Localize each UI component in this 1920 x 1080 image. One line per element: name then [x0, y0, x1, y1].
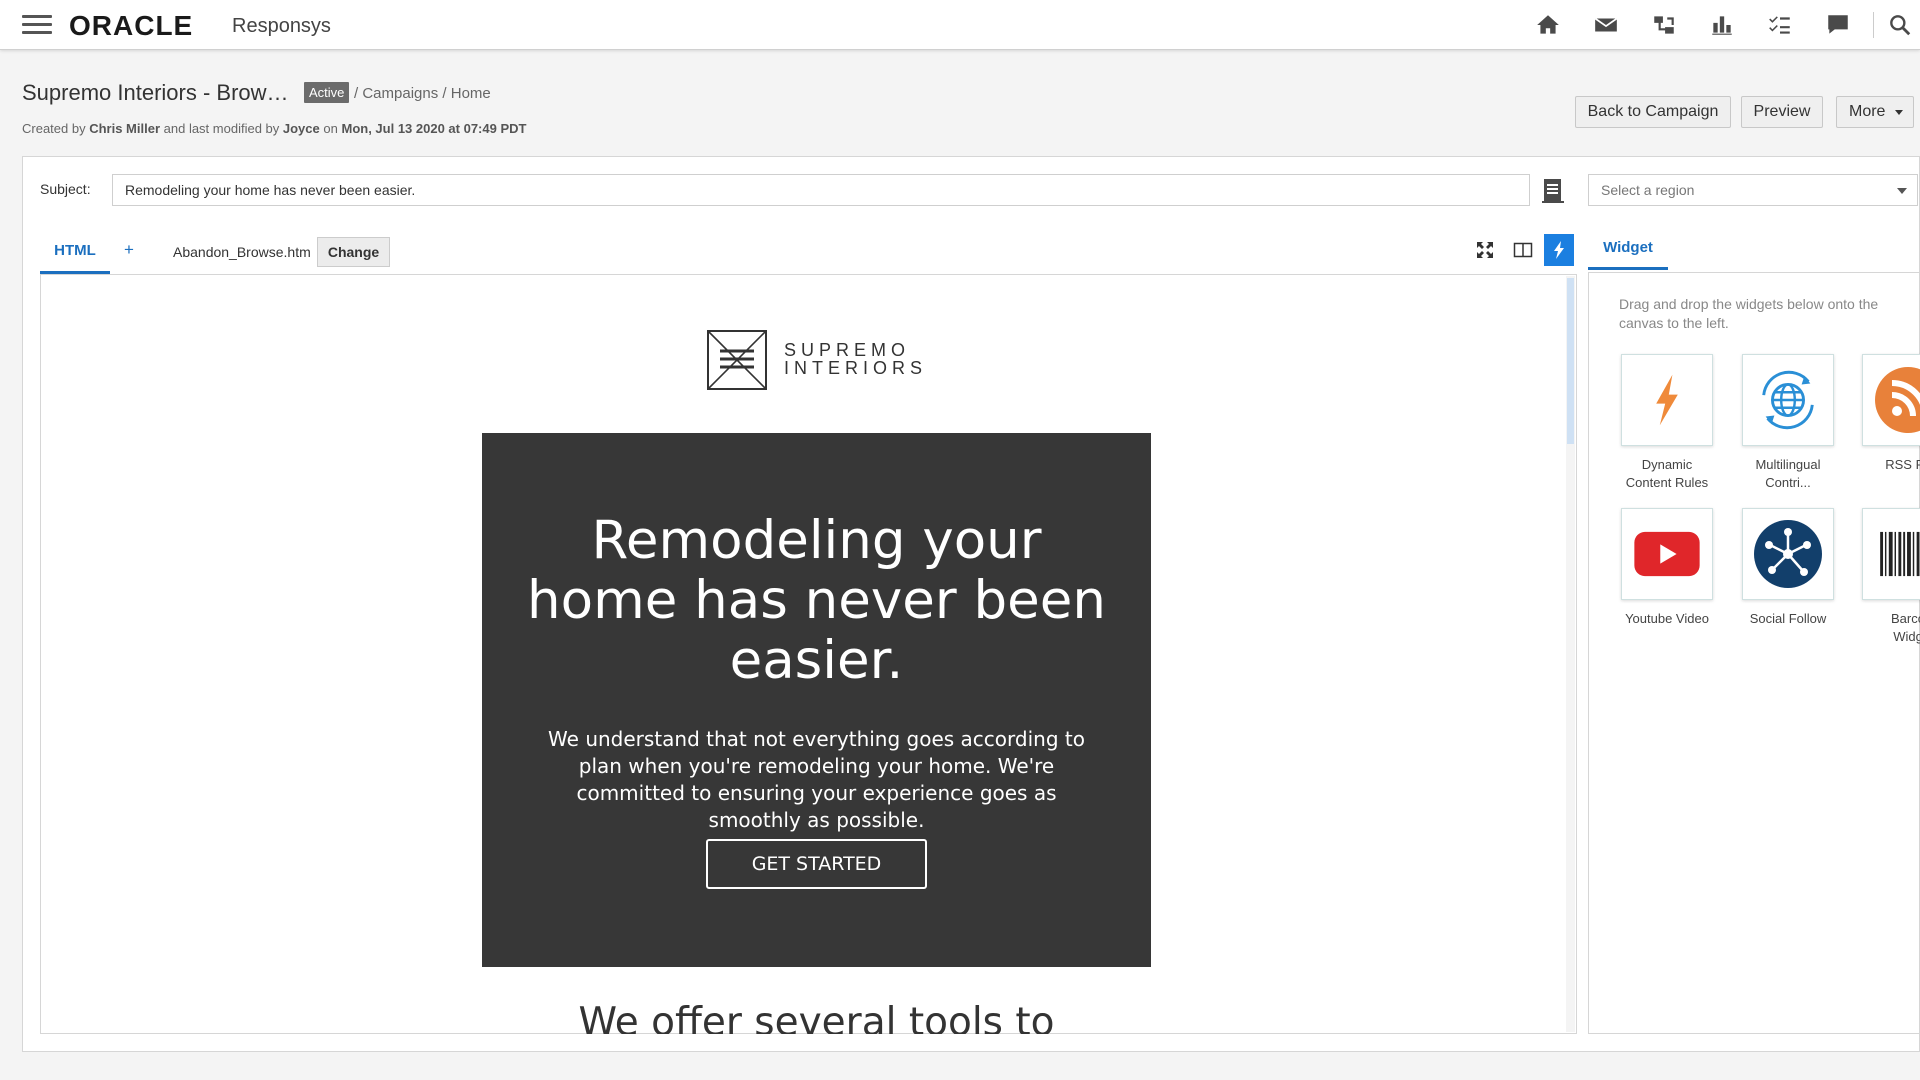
back-to-campaign-button[interactable]: Back to Campaign: [1575, 96, 1731, 128]
youtube-icon: [1621, 508, 1713, 600]
globe-icon: [1742, 354, 1834, 446]
modified-by-user: Joyce: [282, 121, 320, 136]
hero-block[interactable]: Remodeling your home has never been easi…: [482, 433, 1151, 967]
personalization-icon[interactable]: [1541, 177, 1567, 205]
barcode-icon: [1862, 508, 1920, 600]
logo-text-line2: INTERIORS: [784, 358, 928, 378]
file-name: Abandon_Browse.htm: [173, 244, 311, 260]
lightning-icon[interactable]: [1544, 234, 1574, 266]
split-view-icon[interactable]: [1508, 234, 1538, 266]
widget-label: Barco Widg: [1862, 610, 1920, 646]
mail-icon[interactable]: [1577, 8, 1635, 42]
widget-label: Dynamic Content Rules: [1621, 456, 1713, 492]
rss-icon: [1862, 354, 1920, 446]
get-started-button[interactable]: GET STARTED: [706, 839, 927, 889]
divider: [1873, 12, 1874, 38]
widget-social-follow[interactable]: Social Follow: [1742, 508, 1834, 628]
modification-info: Created by Chris Miller and last modifie…: [22, 121, 526, 136]
widget-dynamic-content-rules[interactable]: Dynamic Content Rules: [1621, 354, 1713, 492]
created-by-user: Chris Miller: [89, 121, 161, 136]
widget-label: Multilingual Contri...: [1742, 456, 1834, 492]
top-icon-bar: [1519, 8, 1920, 42]
breadcrumb-campaigns[interactable]: Campaigns: [362, 85, 438, 102]
supremo-logo: SUPREMO INTERIORS: [706, 329, 926, 391]
widget-label-text: Barco Widg: [1891, 611, 1920, 644]
subject-input[interactable]: Remodeling your home has never been easi…: [112, 174, 1530, 206]
fullscreen-icon[interactable]: [1470, 234, 1500, 266]
product-name: Responsys: [232, 15, 331, 37]
widget-label: Social Follow: [1749, 611, 1827, 626]
chat-icon[interactable]: [1809, 8, 1867, 42]
footer-strip: [22, 1052, 1920, 1080]
section-heading: We offer several tools to: [578, 1000, 1055, 1034]
insights-icon[interactable]: [1693, 8, 1751, 42]
widget-help-text: Drag and drop the widgets below onto the…: [1619, 296, 1879, 331]
social-follow-icon: [1742, 508, 1834, 600]
chevron-down-icon: [1897, 188, 1907, 194]
modified-by-label: and last modified by: [163, 121, 280, 136]
logo-text: SUPREMO INTERIORS: [784, 341, 927, 377]
tab-html[interactable]: HTML: [40, 238, 110, 274]
widget-label: RSS Fe: [1885, 457, 1920, 472]
change-file-button[interactable]: Change: [317, 237, 390, 267]
created-by-label: Created by: [22, 121, 86, 136]
breadcrumb-separator: /: [354, 85, 359, 102]
breadcrumb-separator: /: [442, 85, 447, 102]
widget-label-text: Multilingual Contri...: [1755, 457, 1821, 490]
widget-rss-feed[interactable]: RSS Fe: [1862, 354, 1920, 474]
region-select-placeholder: Select a region: [1601, 182, 1695, 198]
oracle-logo: ORACLE: [69, 10, 194, 41]
tab-widget[interactable]: Widget: [1588, 234, 1668, 270]
top-navigation-bar: ORACLE Responsys: [0, 0, 1920, 50]
program-icon[interactable]: [1635, 8, 1693, 42]
widget-barcode[interactable]: Barco Widg: [1862, 508, 1920, 646]
status-badge: Active: [304, 82, 350, 103]
breadcrumb-home[interactable]: Home: [451, 85, 491, 102]
lightning-icon: [1621, 354, 1713, 446]
modified-date: Mon, Jul 13 2020 at 07:49 PDT: [341, 121, 527, 136]
more-button-label: More: [1849, 103, 1886, 120]
hamburger-menu-icon[interactable]: [22, 15, 52, 35]
more-button[interactable]: More: [1836, 96, 1914, 128]
logo-text-line1: SUPREMO: [784, 340, 911, 360]
page-title: Supremo Interiors - Brow…: [22, 80, 289, 105]
region-select[interactable]: Select a region: [1588, 174, 1918, 206]
widget-label-text: Dynamic Content Rules: [1625, 457, 1709, 490]
add-tab-button[interactable]: +: [124, 240, 134, 260]
on-label: on: [323, 121, 338, 136]
logo-mark-icon: [707, 330, 767, 390]
search-icon[interactable]: [1880, 8, 1920, 42]
breadcrumb: / Campaigns / Home: [354, 85, 491, 102]
hero-body: We understand that not everything goes a…: [548, 727, 1085, 832]
widget-multilingual[interactable]: Multilingual Contri...: [1742, 354, 1834, 492]
chevron-down-icon: [1895, 110, 1903, 115]
tasks-icon[interactable]: [1751, 8, 1809, 42]
subject-label: Subject:: [40, 181, 91, 197]
canvas-scrollbar-thumb[interactable]: [1567, 278, 1574, 444]
preview-button[interactable]: Preview: [1741, 96, 1823, 128]
home-icon[interactable]: [1519, 8, 1577, 42]
hero-title: Remodeling your home has never been easi…: [527, 510, 1106, 691]
widget-youtube-video[interactable]: Youtube Video: [1621, 508, 1713, 628]
widget-label: Youtube Video: [1625, 611, 1709, 626]
